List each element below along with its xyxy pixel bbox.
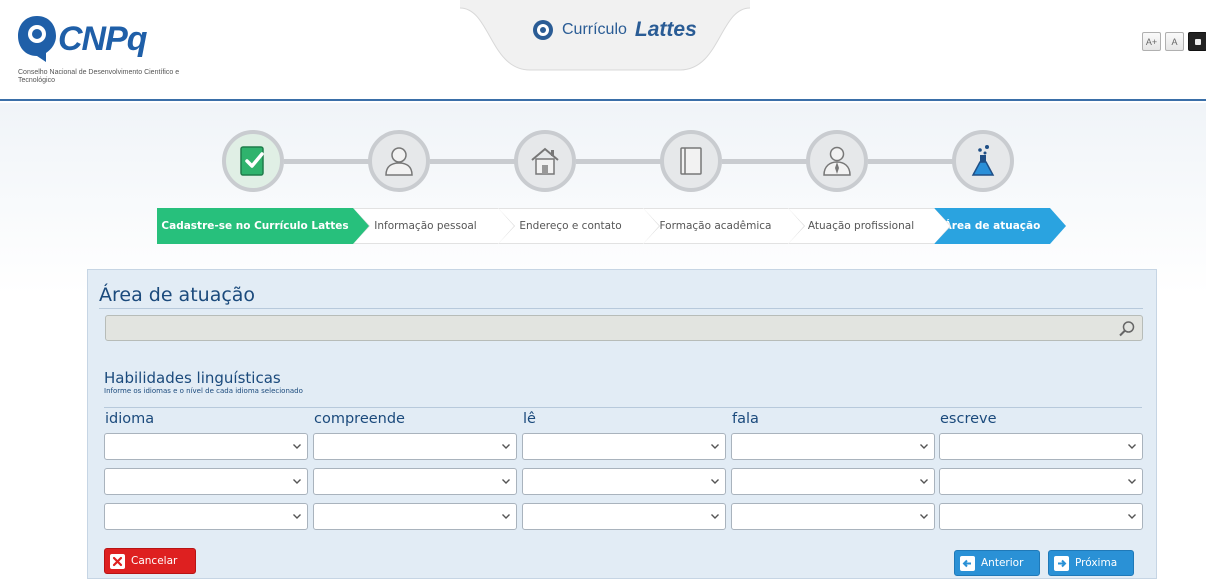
select-le[interactable] (522, 433, 726, 460)
normal-font-button[interactable]: A (1165, 32, 1184, 51)
area-search-input[interactable] (105, 315, 1143, 341)
page-header: CNPq Conselho Nacional de Desenvolviment… (0, 0, 1206, 101)
chevron-down-icon (920, 514, 928, 519)
cancel-label: Cancelar (131, 555, 178, 567)
chevron-down-icon (502, 514, 510, 519)
column-le: lê (523, 411, 536, 427)
next-button[interactable]: Próxima (1048, 550, 1134, 576)
column-escreve: escreve (940, 411, 997, 427)
column-idioma: idioma (105, 411, 155, 427)
wizard-steps: Cadastre-se no Currículo Lattes Informaç… (157, 208, 1066, 244)
high-contrast-button[interactable] (1188, 32, 1206, 51)
step-icon-endereco (514, 130, 576, 192)
divider (99, 308, 1143, 309)
step-label: Cadastre-se no Currículo Lattes (161, 220, 349, 232)
book-icon (680, 147, 702, 175)
next-label: Próxima (1075, 557, 1118, 569)
chevron-down-icon (293, 514, 301, 519)
close-icon (110, 553, 125, 569)
step-area-atuacao[interactable]: Área de atuação (934, 208, 1066, 244)
select-le[interactable] (522, 503, 726, 530)
chevron-down-icon (711, 479, 719, 484)
app-title: Currículo Lattes (532, 18, 697, 42)
select-fala[interactable] (731, 503, 935, 530)
select-idioma[interactable] (104, 503, 308, 530)
chevron-down-icon (293, 444, 301, 449)
step-label: Formação acadêmica (659, 220, 772, 232)
cnpq-logo-mark-icon (18, 16, 56, 62)
step-formacao-academica[interactable]: Formação acadêmica (643, 208, 805, 244)
logo-subtitle: Conselho Nacional de Desenvolvimento Cie… (18, 69, 180, 84)
app-title-name: Lattes (634, 18, 697, 41)
select-escreve[interactable] (939, 468, 1143, 495)
flask-icon (971, 145, 995, 176)
increase-font-button[interactable]: A+ (1142, 32, 1161, 51)
select-idioma[interactable] (104, 468, 308, 495)
select-fala[interactable] (731, 433, 935, 460)
column-fala: fala (732, 411, 759, 427)
column-compreende: compreende (314, 411, 405, 427)
select-escreve[interactable] (939, 503, 1143, 530)
select-idioma[interactable] (104, 433, 308, 460)
document-check-icon (240, 146, 264, 176)
step-label: Informação pessoal (374, 220, 477, 232)
arrow-left-icon (960, 555, 975, 571)
language-skills-title: Habilidades linguísticas (104, 369, 281, 387)
chevron-down-icon (502, 479, 510, 484)
chevron-down-icon (1128, 479, 1136, 484)
select-compreende[interactable] (313, 433, 517, 460)
select-fala[interactable] (731, 468, 935, 495)
chevron-down-icon (502, 444, 510, 449)
logo-wordmark: CNPq (58, 20, 148, 58)
person-icon (385, 147, 413, 176)
chevron-down-icon (1128, 514, 1136, 519)
arrow-right-icon (1054, 555, 1069, 571)
divider (104, 407, 1142, 408)
chevron-down-icon (293, 479, 301, 484)
cancel-button[interactable]: Cancelar (104, 548, 196, 574)
wizard-icons (0, 125, 1206, 195)
step-atuacao-profissional[interactable]: Atuação profissional (788, 208, 951, 244)
step-icon-formacao (660, 130, 722, 192)
app-title-prefix: Currículo (562, 21, 627, 38)
select-escreve[interactable] (939, 433, 1143, 460)
step-informacao-pessoal[interactable]: Informação pessoal (353, 208, 515, 244)
language-skills-subtitle: Informe os idiomas e o nível de cada idi… (104, 387, 303, 395)
select-le[interactable] (522, 468, 726, 495)
select-compreende[interactable] (313, 468, 517, 495)
chevron-down-icon (711, 514, 719, 519)
step-icon-area-atuacao (952, 130, 1014, 192)
step-cadastro[interactable]: Cadastre-se no Currículo Lattes (157, 208, 370, 244)
professional-icon (823, 146, 851, 176)
chevron-down-icon (920, 479, 928, 484)
step-endereco-contato[interactable]: Endereço e contato (498, 208, 660, 244)
step-label: Endereço e contato (519, 220, 622, 232)
previous-button[interactable]: Anterior (954, 550, 1040, 576)
house-icon (531, 147, 559, 175)
step-icon-cadastro (222, 130, 284, 192)
previous-label: Anterior (981, 557, 1024, 569)
step-label: Atuação profissional (807, 220, 915, 232)
app-title-tab: Currículo Lattes (460, 0, 750, 72)
search-icon[interactable] (1118, 320, 1136, 338)
chevron-down-icon (1128, 444, 1136, 449)
chevron-down-icon (711, 444, 719, 449)
select-compreende[interactable] (313, 503, 517, 530)
cnpq-logo[interactable]: CNPq Conselho Nacional de Desenvolviment… (14, 12, 184, 92)
chevron-down-icon (920, 444, 928, 449)
step-label: Área de atuação (943, 220, 1041, 232)
font-size-controls: A+ A (1142, 32, 1206, 51)
step-icon-atuacao-profissional (806, 130, 868, 192)
lattes-logo-icon (533, 20, 553, 40)
form-panel: Área de atuação Habilidades linguísticas… (87, 269, 1157, 579)
step-icon-pessoal (368, 130, 430, 192)
area-title: Área de atuação (99, 284, 256, 306)
